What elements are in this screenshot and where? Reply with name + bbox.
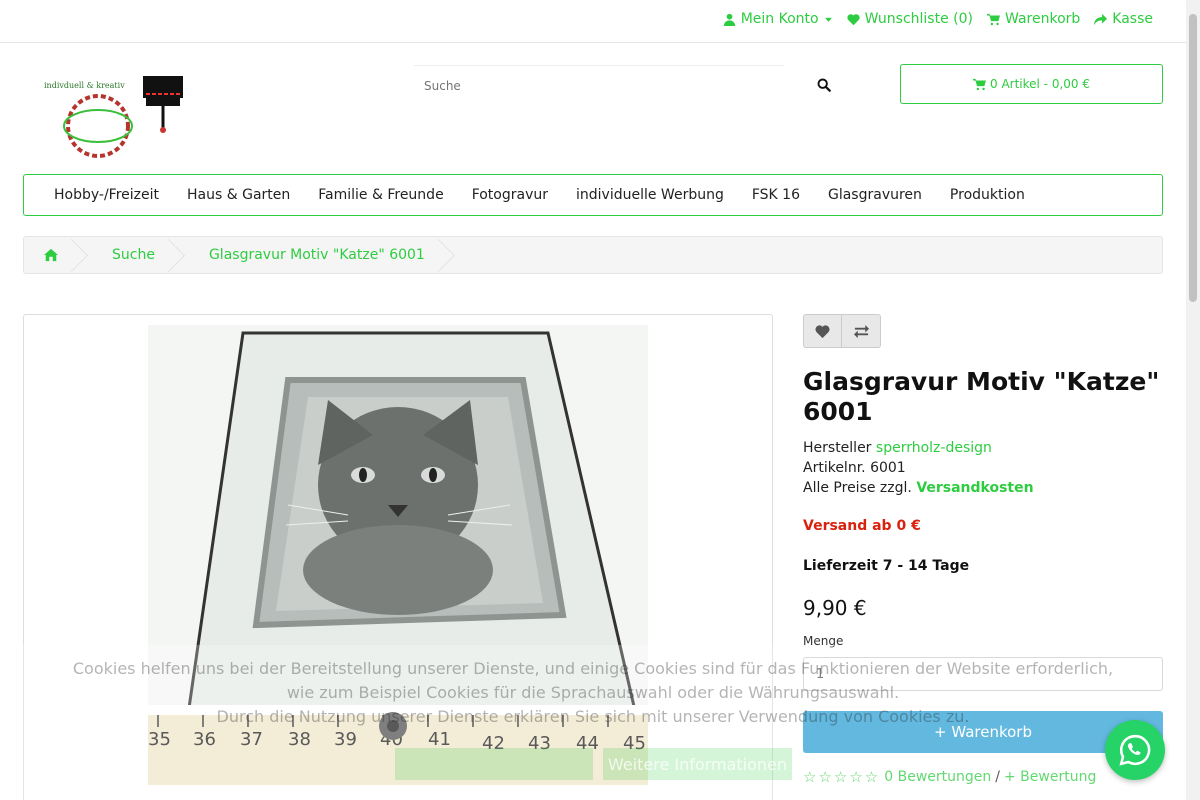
checkout-label: Kasse	[1112, 11, 1153, 27]
search-form	[414, 65, 842, 105]
cookie-text-line: Durch die Nutzung unserer Dienste erklär…	[216, 707, 970, 726]
cart-summary-label: 0 Artikel - 0,00 €	[990, 77, 1090, 91]
cookie-more-info-button[interactable]: Weitere Informationen	[603, 748, 792, 780]
product-action-buttons	[803, 314, 881, 348]
my-account-menu[interactable]: Mein Konto	[723, 11, 833, 27]
share-arrow-icon	[1094, 13, 1108, 25]
cookie-text: Cookies helfen uns bei der Bereitstellun…	[0, 657, 1186, 729]
menu-item-fsk16[interactable]: FSK 16	[738, 187, 814, 203]
cookie-accept-button[interactable]	[395, 748, 593, 780]
category-menu: Hobby-/Freizeit Haus & Garten Familie & …	[23, 174, 1163, 216]
add-to-wishlist-button[interactable]	[803, 314, 842, 348]
caret-down-icon	[824, 17, 832, 22]
menu-item-advertising[interactable]: individuelle Werbung	[562, 187, 738, 203]
top-bar: Mein Konto Wunschliste (0) Warenkorb Kas…	[0, 0, 1186, 43]
my-account-label: Mein Konto	[740, 11, 819, 27]
exchange-icon	[853, 324, 869, 338]
prices-note-row: Alle Preise zzgl. Versandkosten	[803, 478, 1034, 498]
cart-link[interactable]: Warenkorb	[987, 11, 1080, 27]
menu-item-photo-engraving[interactable]: Fotogravur	[458, 187, 562, 203]
menu-item-hobby[interactable]: Hobby-/Freizeit	[40, 187, 173, 203]
cookie-text-line: wie zum Beispiel Cookies für die Spracha…	[286, 683, 900, 702]
menu-item-family-friends[interactable]: Familie & Freunde	[304, 187, 457, 203]
logo-graphic: indivduell & kreativ	[44, 76, 183, 158]
checkout-link[interactable]: Kasse	[1094, 11, 1153, 27]
cookie-text-line: Cookies helfen uns bei der Bereitstellun…	[72, 659, 1114, 678]
top-navigation: Mein Konto Wunschliste (0) Warenkorb Kas…	[723, 11, 1153, 27]
search-icon	[817, 78, 831, 92]
manufacturer-row: Hersteller sperrholz-design	[803, 438, 1034, 458]
prices-note: Alle Preise zzgl.	[803, 480, 912, 496]
cart-summary-button[interactable]: 0 Artikel - 0,00 €	[900, 64, 1163, 104]
delivery-time: Lieferzeit 7 - 14 Tage	[803, 558, 970, 574]
breadcrumb: Suche Glasgravur Motiv "Katze" 6001	[23, 236, 1163, 274]
home-icon	[44, 248, 58, 262]
user-icon	[723, 13, 735, 26]
site-logo[interactable]: indivduell & kreativ	[40, 70, 190, 160]
search-input[interactable]	[414, 65, 784, 105]
breadcrumb-search[interactable]: Suche	[84, 237, 181, 273]
compare-button[interactable]	[842, 314, 881, 348]
shipping-info: Versand ab 0 €	[803, 518, 921, 534]
shopping-cart-icon	[987, 13, 1000, 25]
menu-item-glass-engraving[interactable]: Glasgravuren	[814, 187, 936, 203]
breadcrumb-current-product[interactable]: Glasgravur Motiv "Katze" 6001	[181, 237, 451, 273]
breadcrumb-home[interactable]	[24, 237, 84, 273]
shipping-costs-link[interactable]: Versandkosten	[916, 480, 1033, 496]
menu-item-production[interactable]: Produktion	[936, 187, 1039, 203]
scrollbar-thumb[interactable]	[1189, 14, 1197, 302]
whatsapp-icon	[1119, 734, 1151, 766]
sku: Artikelnr. 6001	[803, 460, 906, 476]
product-title: Glasgravur Motiv "Katze" 6001	[803, 367, 1160, 426]
wishlist-label: Wunschliste (0)	[864, 11, 973, 27]
page-scrollbar[interactable]	[1186, 0, 1200, 800]
wishlist-link[interactable]: Wunschliste (0)	[846, 11, 973, 27]
whatsapp-chat-button[interactable]	[1105, 720, 1165, 780]
cookie-banner: Cookies helfen uns bei der Bereitstellun…	[0, 645, 1186, 800]
product-price: 9,90 €	[803, 596, 867, 620]
heart-icon	[815, 324, 830, 338]
menu-item-house-garden[interactable]: Haus & Garten	[173, 187, 304, 203]
search-button[interactable]	[812, 75, 836, 95]
cart-label: Warenkorb	[1005, 11, 1081, 27]
manufacturer-label: Hersteller	[803, 440, 872, 456]
product-meta: Hersteller sperrholz-design Artikelnr. 6…	[803, 438, 1034, 498]
heart-icon	[846, 13, 860, 25]
shopping-cart-icon	[973, 78, 986, 90]
svg-text:indivduell & kreativ: indivduell & kreativ	[44, 81, 125, 90]
manufacturer-link[interactable]: sperrholz-design	[876, 440, 992, 456]
